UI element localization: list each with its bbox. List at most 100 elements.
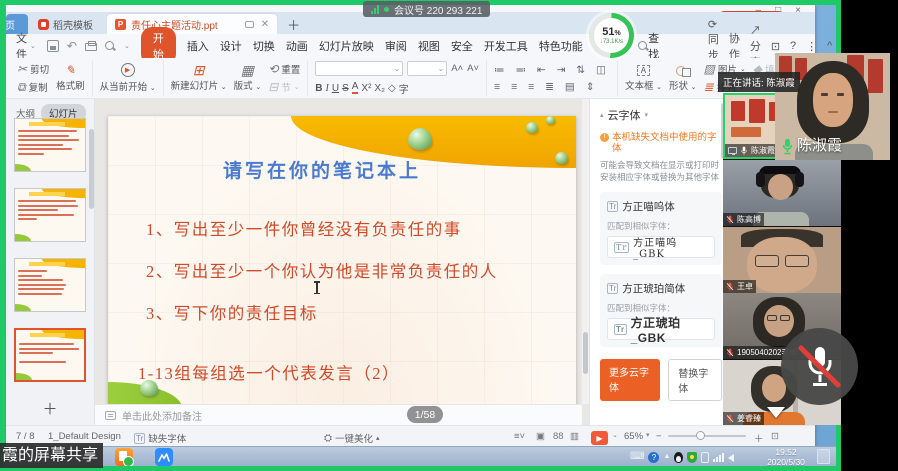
slide-thumbnail-1[interactable] <box>14 118 86 172</box>
mute-button[interactable] <box>781 328 858 405</box>
tab-close-icon[interactable]: ✕ <box>261 19 269 30</box>
italic-button[interactable]: I <box>326 83 329 94</box>
menu-devtools[interactable]: 开发工具 <box>484 38 528 54</box>
slide-thumbnail-4-selected[interactable] <box>14 328 86 382</box>
zoom-in-button[interactable]: ＋ <box>754 431 764 445</box>
menu-features[interactable]: 特色功能 <box>539 38 583 54</box>
reset-button[interactable]: ⟲重置 <box>268 62 300 76</box>
textbox-button[interactable]: A 文本框 ⌄ <box>625 65 662 92</box>
beautify-button[interactable]: ⛭一键美化▴ <box>324 431 380 445</box>
paragraph-icons-row2[interactable]: ≡ ≡ ≡ ≣ ▤ ⇕ <box>494 81 610 93</box>
zoom-slider[interactable] <box>668 435 746 437</box>
taskbar-wps-icon[interactable] <box>115 448 133 466</box>
menu-security[interactable]: 安全 <box>451 38 473 54</box>
meeting-id-pill[interactable]: 会议号 220 293 221 <box>363 1 490 17</box>
slideshow-options-icon[interactable]: ⌄ <box>612 431 618 439</box>
spotlight-video[interactable]: 陈淑霞 <box>775 53 890 160</box>
font-size-select[interactable]: ⌄ <box>407 61 447 76</box>
new-slide-button[interactable]: ⊞ 新建幻灯片 ⌄ <box>171 64 227 92</box>
zoom-level[interactable]: 65% <box>624 431 643 442</box>
clear-format-button[interactable]: ◇ <box>388 83 396 94</box>
read-later-icon[interactable]: ⊡ <box>771 40 780 53</box>
menu-insert[interactable]: 插入 <box>187 38 209 54</box>
font-color-button[interactable]: A <box>352 82 359 94</box>
more-cloud-fonts-button[interactable]: 更多云字体 <box>600 359 660 401</box>
shapes-button[interactable]: 形状 ⌄ <box>669 65 697 92</box>
tab-docer-templates[interactable]: 稻壳模板 <box>28 14 103 34</box>
increase-font-icon[interactable]: A˄ <box>451 63 463 74</box>
print-icon[interactable] <box>85 43 97 51</box>
antivirus-tray-icon[interactable] <box>687 452 697 463</box>
collapse-ribbon-icon[interactable]: ^ <box>827 40 832 52</box>
show-desktop-button[interactable] <box>817 449 830 464</box>
font-match-2[interactable]: Tr方正琥珀_GBK <box>607 318 715 340</box>
help-icon[interactable]: ? <box>790 40 796 52</box>
panel-scrollbar[interactable] <box>89 129 94 209</box>
bold-button[interactable]: B <box>315 83 322 94</box>
copy-button[interactable]: ⧉复制 <box>17 80 49 94</box>
decrease-font-icon[interactable]: A˅ <box>467 63 479 74</box>
notes-toggle-icon[interactable]: ≡˅ <box>514 431 525 442</box>
participant-tile-2[interactable]: 陈高博 <box>723 160 841 226</box>
slide-thumbnail-3[interactable] <box>14 258 86 312</box>
help-tray-icon[interactable]: ? <box>648 452 659 463</box>
fit-to-window-icon[interactable]: ⊡ <box>771 431 779 442</box>
strikethrough-button[interactable]: S <box>342 83 349 94</box>
chevron-down-icon[interactable]: ▾ <box>645 111 649 119</box>
zoom-out-button[interactable]: − <box>656 431 662 442</box>
reading-view-icon[interactable]: ▥ <box>570 431 579 442</box>
underline-button[interactable]: U <box>332 83 339 94</box>
replace-font-button[interactable]: 替换字体 <box>668 359 722 401</box>
more-menu-icon[interactable]: ⋮ <box>806 40 817 53</box>
zoom-select-icon[interactable]: ▾ <box>646 431 650 439</box>
section-button[interactable]: ⊟节 ⌄ <box>268 80 300 94</box>
format-painter-button[interactable]: ✎格式刷 <box>56 64 85 92</box>
undo-icon[interactable]: ↶ <box>67 39 77 53</box>
expand-tray-icon[interactable]: ▲ <box>663 449 670 465</box>
menu-slideshow[interactable]: 幻灯片放映 <box>319 38 374 54</box>
menu-transition[interactable]: 切换 <box>253 38 275 54</box>
superscript-button[interactable]: X² <box>361 83 371 94</box>
page-indicator-badge: 1/58 <box>407 406 443 423</box>
new-tab-button[interactable]: ＋ <box>287 15 300 34</box>
network-signal-icon[interactable] <box>713 452 724 462</box>
mic-muted-icon <box>726 215 734 225</box>
paragraph-icons-row1[interactable]: ≔ ≕ ⇤ ⇥ ⇅ ◫ <box>494 64 610 76</box>
slide-thumbnail-2[interactable] <box>14 188 86 242</box>
save-icon[interactable] <box>47 40 59 52</box>
missing-fonts-status[interactable]: Tr缺失字体 <box>134 431 186 445</box>
mic-on-icon <box>781 138 794 155</box>
phonetic-button[interactable]: 字 <box>399 81 409 96</box>
qq-tray-icon[interactable] <box>674 452 683 463</box>
font-match-1[interactable]: Tr方正喵呜_GBK <box>607 236 715 258</box>
menu-design[interactable]: 设计 <box>220 38 242 54</box>
tab-active-document[interactable]: P 责任心主题活动.ppt ✕ <box>107 14 277 34</box>
taskbar-clock[interactable]: 19:52 2020/5/30 <box>762 448 810 467</box>
cut-button[interactable]: ✂剪切 <box>17 62 49 76</box>
slide[interactable]: 请写在你的笔记本上 1、写出至少一件你曾经没有负责任的事 2、写出至少一个你认为… <box>108 116 576 408</box>
menu-view[interactable]: 视图 <box>418 38 440 54</box>
slideshow-button[interactable]: ▶ <box>591 431 608 445</box>
device-tray-icon[interactable] <box>701 452 709 463</box>
layout-button[interactable]: ▦ 版式 ⌄ <box>234 64 262 92</box>
play-from-current-button[interactable]: ▶ 从当前开始 ⌄ <box>100 63 156 93</box>
zoom-slider-knob[interactable] <box>696 431 705 440</box>
slide-sorter-icon[interactable]: 88 <box>553 431 564 442</box>
subscript-button[interactable]: X₂ <box>374 83 385 94</box>
scroll-down-indicator[interactable] <box>767 407 785 418</box>
keyboard-tray-icon[interactable]: ⌨ <box>630 449 644 465</box>
slide-number-status: 7 / 8 <box>16 431 35 442</box>
qat-more-icon[interactable]: ⌄ <box>124 42 130 50</box>
taskbar-meeting-icon[interactable] <box>155 448 173 466</box>
notes-bar[interactable]: 单击此处添加备注 1/58 <box>95 404 582 425</box>
normal-view-icon[interactable]: ▣ <box>536 431 545 442</box>
menu-animation[interactable]: 动画 <box>286 38 308 54</box>
panel-collapse-icon[interactable]: ▴ <box>600 111 604 119</box>
participant-tile-3[interactable]: 王卓 <box>723 227 841 293</box>
font-name-select[interactable]: ⌄ <box>315 61 403 76</box>
add-slide-button[interactable]: ＋ <box>6 398 94 419</box>
print-preview-icon[interactable] <box>105 41 116 52</box>
canvas-scrollbar[interactable] <box>582 99 589 404</box>
menu-review[interactable]: 审阅 <box>385 38 407 54</box>
volume-icon[interactable] <box>728 454 734 462</box>
